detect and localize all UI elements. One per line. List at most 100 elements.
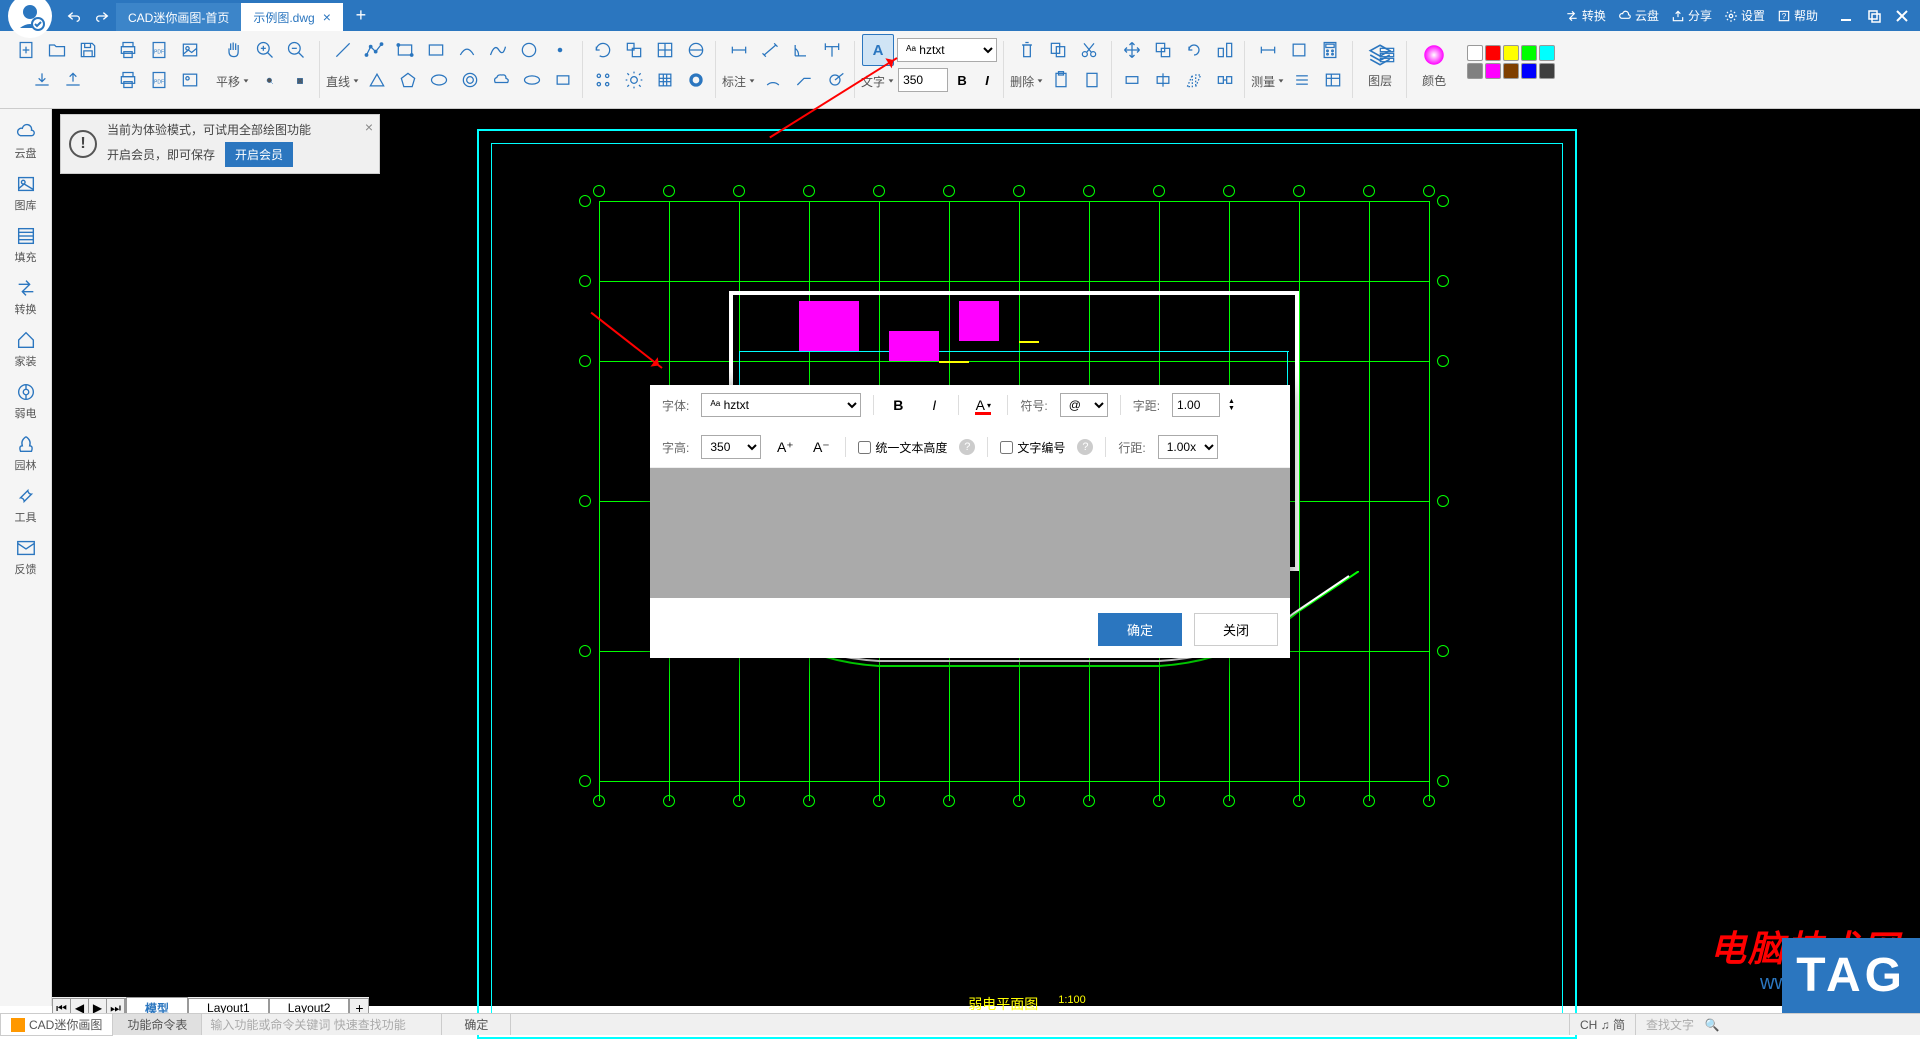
close-button[interactable]	[1892, 6, 1912, 26]
dialog-italic-button[interactable]: I	[922, 393, 946, 417]
dialog-line-spacing-select[interactable]: 1.00x	[1158, 435, 1218, 459]
print2-button[interactable]	[114, 66, 142, 94]
spacing-up-button[interactable]: ▲	[1228, 398, 1235, 405]
mirror-button[interactable]	[1180, 66, 1208, 94]
dialog-height-select[interactable]: 350	[701, 435, 761, 459]
tab-drawing[interactable]: 示例图.dwg ×	[241, 3, 343, 31]
sidebar-gallery[interactable]: 图库	[2, 169, 50, 217]
move-button[interactable]	[1118, 36, 1146, 64]
stretch-button[interactable]	[1211, 66, 1239, 94]
rect2-button[interactable]	[422, 36, 450, 64]
image-button[interactable]	[176, 36, 204, 64]
wipeout-button[interactable]	[549, 66, 577, 94]
ellipse-button[interactable]	[425, 66, 453, 94]
arc-button[interactable]	[453, 36, 481, 64]
dialog-close-button[interactable]: 关闭	[1194, 613, 1278, 646]
dialog-font-select[interactable]: ᴬᵃ hztxt	[701, 393, 861, 417]
table-button[interactable]	[1319, 66, 1347, 94]
font-name-select[interactable]: ᴬᵃ hztxt	[897, 38, 997, 62]
zoom-window-button[interactable]	[286, 67, 314, 95]
help-icon[interactable]: ?	[959, 439, 975, 455]
cut-button[interactable]	[1075, 36, 1103, 64]
polyline-button[interactable]	[360, 36, 388, 64]
paste2-button[interactable]	[1078, 66, 1106, 94]
italic-button[interactable]: I	[976, 69, 998, 91]
calc-button[interactable]	[1316, 36, 1344, 64]
minimize-button[interactable]	[1836, 6, 1856, 26]
maximize-button[interactable]	[1864, 6, 1884, 26]
export-button[interactable]	[59, 66, 87, 94]
pan-button[interactable]	[220, 36, 248, 64]
color-swatches[interactable]	[1467, 45, 1555, 79]
help-link[interactable]: ?帮助	[1777, 7, 1818, 24]
search-icon-status[interactable]: 🔍	[1704, 1018, 1720, 1032]
spacing-down-button[interactable]: ▼	[1228, 405, 1235, 412]
dim-linear-button[interactable]	[725, 36, 753, 64]
arc-dim-button[interactable]	[759, 66, 787, 94]
rotate-button[interactable]	[589, 36, 617, 64]
import-button[interactable]	[28, 66, 56, 94]
zoom-fit-button[interactable]	[256, 67, 284, 95]
dim-aligned-button[interactable]	[756, 36, 784, 64]
sidebar-electrical[interactable]: 弱电	[2, 377, 50, 425]
rotate2-button[interactable]	[1180, 36, 1208, 64]
dialog-text-color-button[interactable]: A▾	[971, 393, 995, 417]
color-button[interactable]: 颜色	[1413, 35, 1455, 95]
new-file-button[interactable]	[12, 36, 40, 64]
undo-button[interactable]	[62, 5, 86, 27]
array-button[interactable]	[589, 66, 617, 94]
settings-link[interactable]: 设置	[1724, 7, 1765, 24]
close-tab-icon[interactable]: ×	[323, 9, 331, 25]
extend-button[interactable]	[1149, 66, 1177, 94]
circle-button[interactable]	[515, 36, 543, 64]
print-button[interactable]	[114, 36, 142, 64]
font-size-input[interactable]	[898, 68, 948, 92]
sidebar-landscape[interactable]: 园林	[2, 429, 50, 477]
line-button[interactable]	[329, 36, 357, 64]
decrease-size-button[interactable]: A⁻	[809, 435, 833, 459]
sidebar-hatch[interactable]: 填充	[2, 221, 50, 269]
point-button[interactable]	[546, 36, 574, 64]
donut2-button[interactable]	[682, 66, 710, 94]
dialog-bold-button[interactable]: B	[886, 393, 910, 417]
share-link[interactable]: 分享	[1671, 7, 1712, 24]
save-button[interactable]	[74, 36, 102, 64]
ellipse3-button[interactable]	[682, 36, 710, 64]
taskbar-app[interactable]: CAD迷你画图	[0, 1013, 113, 1036]
cloud-link[interactable]: 云盘	[1618, 7, 1659, 24]
layer-mgr-button[interactable]	[1373, 41, 1401, 69]
search-text[interactable]: 查找文字	[1636, 1014, 1704, 1035]
cloud-button[interactable]	[487, 66, 515, 94]
increase-size-button[interactable]: A⁺	[773, 435, 797, 459]
copy-button[interactable]	[1044, 36, 1072, 64]
open-file-button[interactable]	[43, 36, 71, 64]
erase-button[interactable]	[1013, 36, 1041, 64]
area-button[interactable]	[1285, 36, 1313, 64]
dialog-ok-button[interactable]: 确定	[1098, 613, 1182, 646]
donut-button[interactable]	[456, 66, 484, 94]
spline-button[interactable]	[484, 36, 512, 64]
triangle-button[interactable]	[363, 66, 391, 94]
text-input-area[interactable]	[650, 468, 1290, 598]
list-button[interactable]	[1288, 66, 1316, 94]
gear-button[interactable]	[620, 66, 648, 94]
paste-button[interactable]	[1047, 66, 1075, 94]
scale-button[interactable]	[620, 36, 648, 64]
dim-radius-button[interactable]	[818, 36, 846, 64]
grid-button[interactable]	[651, 36, 679, 64]
leader-button[interactable]	[790, 66, 818, 94]
convert-link[interactable]: 转换	[1565, 7, 1606, 24]
sidebar-tools[interactable]: 工具	[2, 481, 50, 529]
sidebar-cloud[interactable]: 云盘	[2, 117, 50, 165]
pdf-button[interactable]: PDF	[145, 36, 173, 64]
cmd-tab[interactable]: 功能命令表	[113, 1014, 202, 1035]
ellipse2-button[interactable]	[518, 66, 546, 94]
sidebar-convert[interactable]: 转换	[2, 273, 50, 321]
trim-button[interactable]	[1118, 66, 1146, 94]
rect-button[interactable]	[391, 36, 419, 64]
uniform-height-checkbox[interactable]: 统一文本高度	[858, 439, 947, 456]
image2-button[interactable]	[176, 66, 204, 94]
cmd-ok-button[interactable]: 确定	[442, 1014, 511, 1035]
offset-button[interactable]	[1149, 36, 1177, 64]
dialog-symbol-select[interactable]: @	[1060, 393, 1108, 417]
